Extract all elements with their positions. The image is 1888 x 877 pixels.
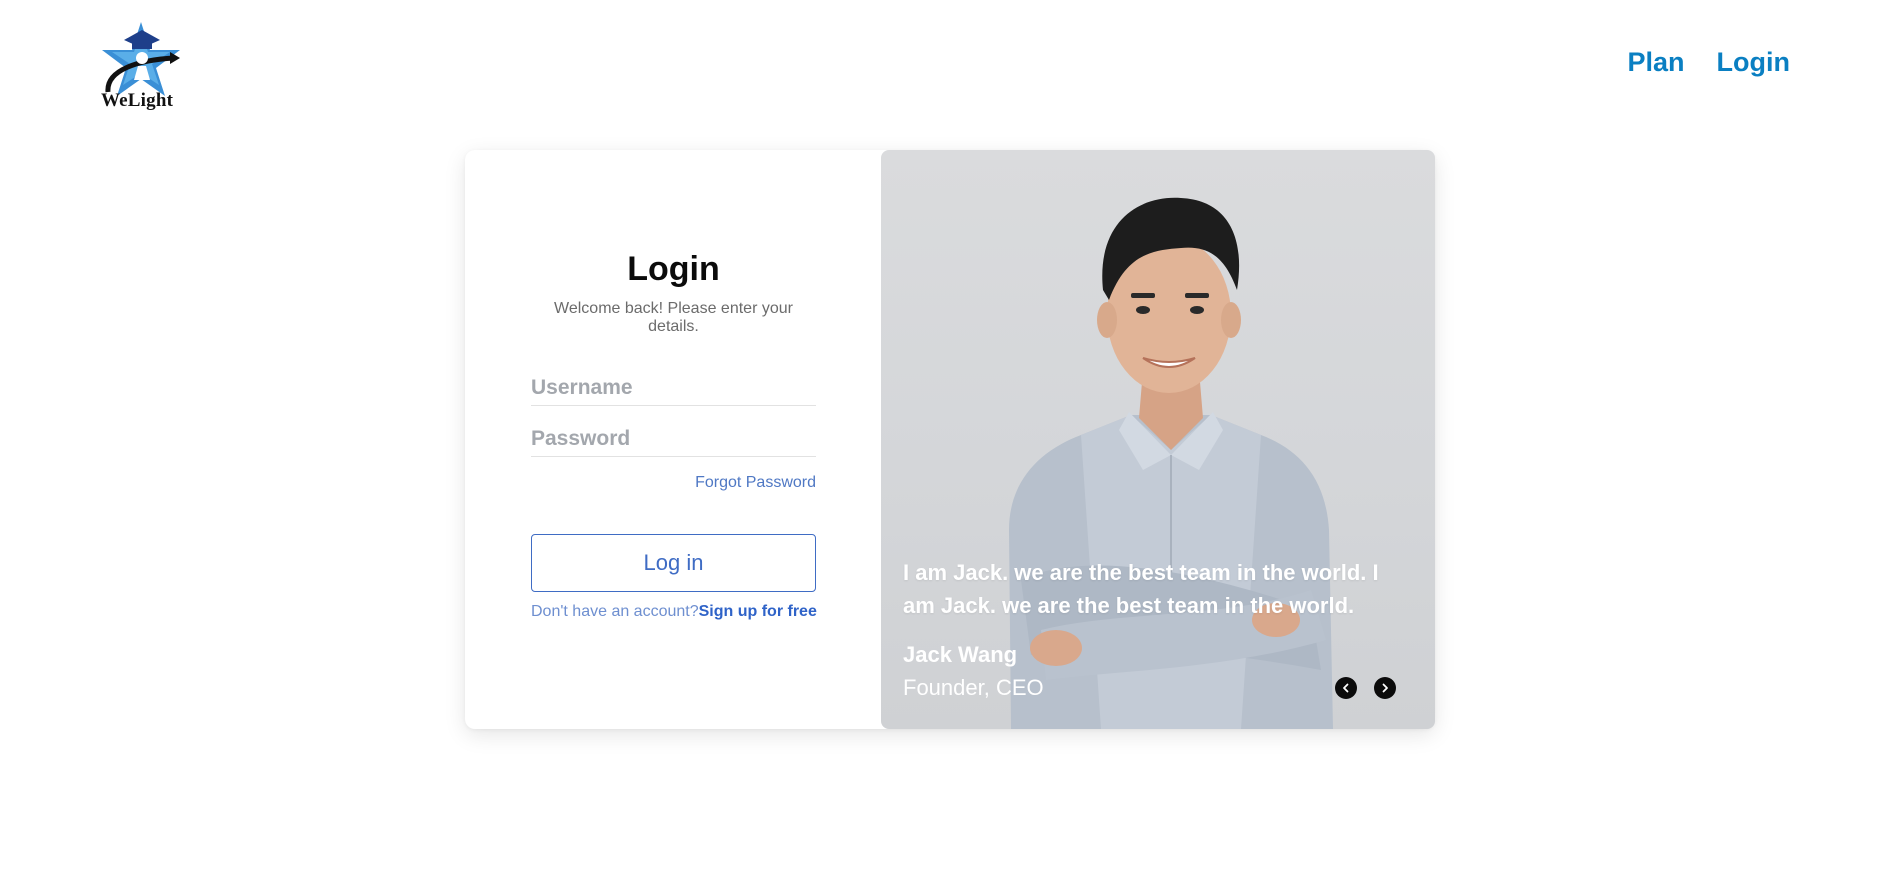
nav-login-link[interactable]: Login <box>1717 47 1790 78</box>
top-nav: Plan Login <box>1627 47 1790 78</box>
chevron-left-icon <box>1343 683 1349 693</box>
signup-row: Don't have an account?Sign up for free <box>531 603 817 621</box>
signup-prompt: Don't have an account? <box>531 603 699 620</box>
testimonial-panel: I am Jack. we are the best team in the w… <box>881 150 1435 729</box>
password-input[interactable] <box>531 421 816 457</box>
testimonial-quote: I am Jack. we are the best team in the w… <box>903 560 1379 618</box>
testimonial-author-name: Jack Wang <box>903 642 1018 667</box>
carousel-prev-button[interactable] <box>1335 677 1357 699</box>
nav-plan-link[interactable]: Plan <box>1627 47 1684 78</box>
forgot-password-link[interactable]: Forgot Password <box>695 474 816 492</box>
testimonial-author-role: Founder, CEO <box>903 675 1044 700</box>
page-subtitle: Welcome back! Please enter your details. <box>554 300 793 335</box>
login-card: Login Welcome back! Please enter your de… <box>465 150 1435 729</box>
brand-name: WeLight <box>101 90 174 111</box>
login-button[interactable]: Log in <box>531 534 816 592</box>
chevron-right-icon <box>1382 683 1388 693</box>
carousel-next-button[interactable] <box>1374 677 1396 699</box>
page-title: Login <box>627 250 720 288</box>
signup-link[interactable]: Sign up for free <box>699 603 817 620</box>
username-input[interactable] <box>531 370 816 406</box>
